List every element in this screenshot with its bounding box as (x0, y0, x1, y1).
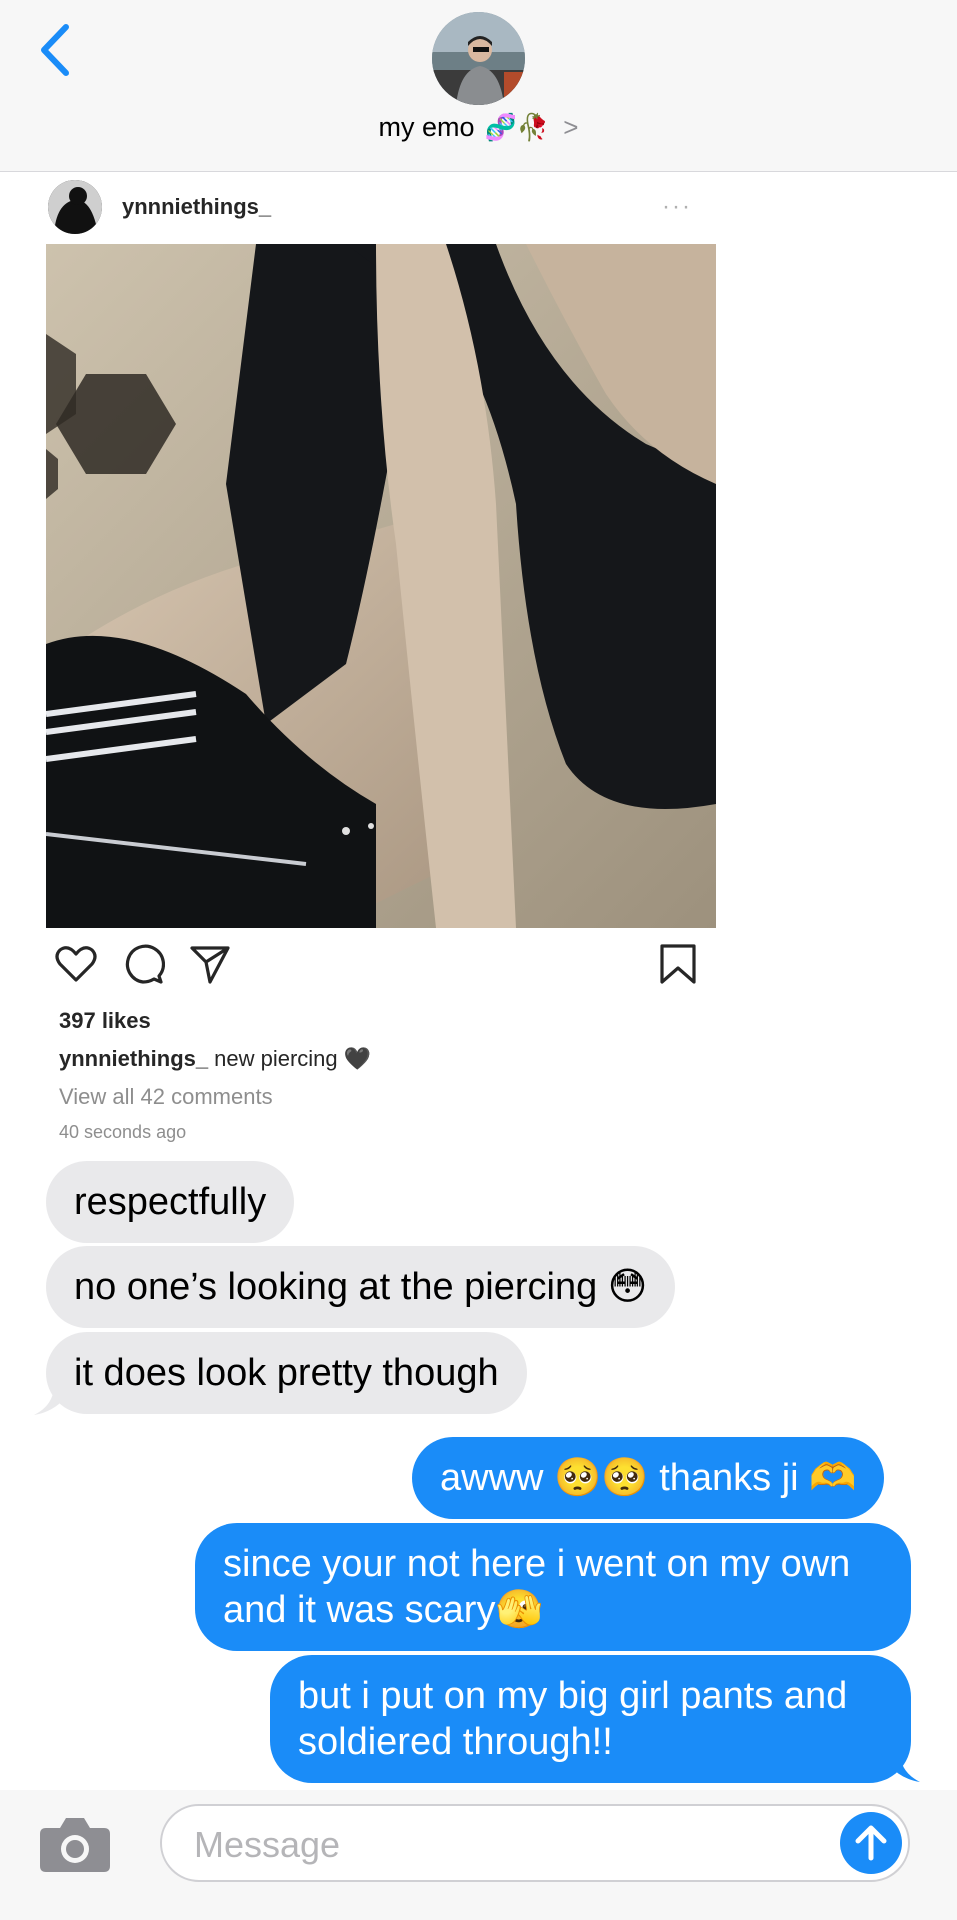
bubble-tail (880, 1752, 920, 1782)
message-placeholder: Message (194, 1824, 341, 1865)
post-photo[interactable] (46, 244, 716, 928)
bubble-tail (34, 1385, 74, 1415)
contact-name-row[interactable]: my emo 🧬🥀 > (0, 112, 957, 143)
camera-icon[interactable] (38, 1814, 112, 1874)
message-bubble-incoming[interactable]: it does look pretty though (46, 1332, 527, 1414)
message-bubble-incoming[interactable]: respectfully (46, 1161, 295, 1243)
chevron-left-icon (41, 24, 69, 76)
comment-icon[interactable] (121, 942, 165, 986)
like-count[interactable]: 397 likes (59, 1008, 151, 1034)
post-author-username[interactable]: ynnniethings_ (122, 194, 271, 220)
conversation-header: my emo 🧬🥀 > (0, 0, 957, 172)
post-header: ynnniethings_ ··· (46, 172, 716, 242)
send-button[interactable] (840, 1812, 902, 1874)
view-comments-link[interactable]: View all 42 comments (59, 1084, 273, 1110)
heart-icon[interactable] (54, 942, 98, 986)
post-author-avatar[interactable] (48, 180, 102, 234)
caption-text: new piercing 🖤 (214, 1046, 372, 1071)
send-arrow-icon (855, 1825, 887, 1861)
more-options-icon[interactable]: ··· (662, 193, 692, 221)
bookmark-icon[interactable] (656, 942, 700, 986)
share-icon[interactable] (188, 942, 232, 986)
post-caption: ynnniethings_ new piercing 🖤 (59, 1046, 371, 1072)
post-action-bar (46, 942, 716, 1002)
contact-avatar[interactable] (432, 12, 525, 105)
shared-post-card[interactable]: ynnniethings_ ··· 397 likes ynnniethings… (46, 172, 716, 1142)
back-button[interactable] (30, 18, 80, 82)
message-bubble-outgoing[interactable]: but i put on my big girl pants and soldi… (270, 1655, 911, 1783)
message-input[interactable]: Message (160, 1804, 910, 1882)
post-timestamp: 40 seconds ago (59, 1122, 187, 1142)
message-bubble-incoming[interactable]: no one’s looking at the piercing 😳 (46, 1246, 676, 1328)
message-composer: Message (0, 1790, 957, 1920)
message-bubble-outgoing[interactable]: since your not here i went on my own and… (195, 1523, 911, 1651)
contact-emoji: 🧬🥀 (484, 112, 550, 142)
contact-name: my emo (378, 112, 475, 142)
caption-username[interactable]: ynnniethings_ (59, 1046, 208, 1072)
message-bubble-outgoing[interactable]: awww 🥺🥺 thanks ji 🫶 (412, 1437, 885, 1519)
chevron-right-icon: > (563, 112, 579, 142)
